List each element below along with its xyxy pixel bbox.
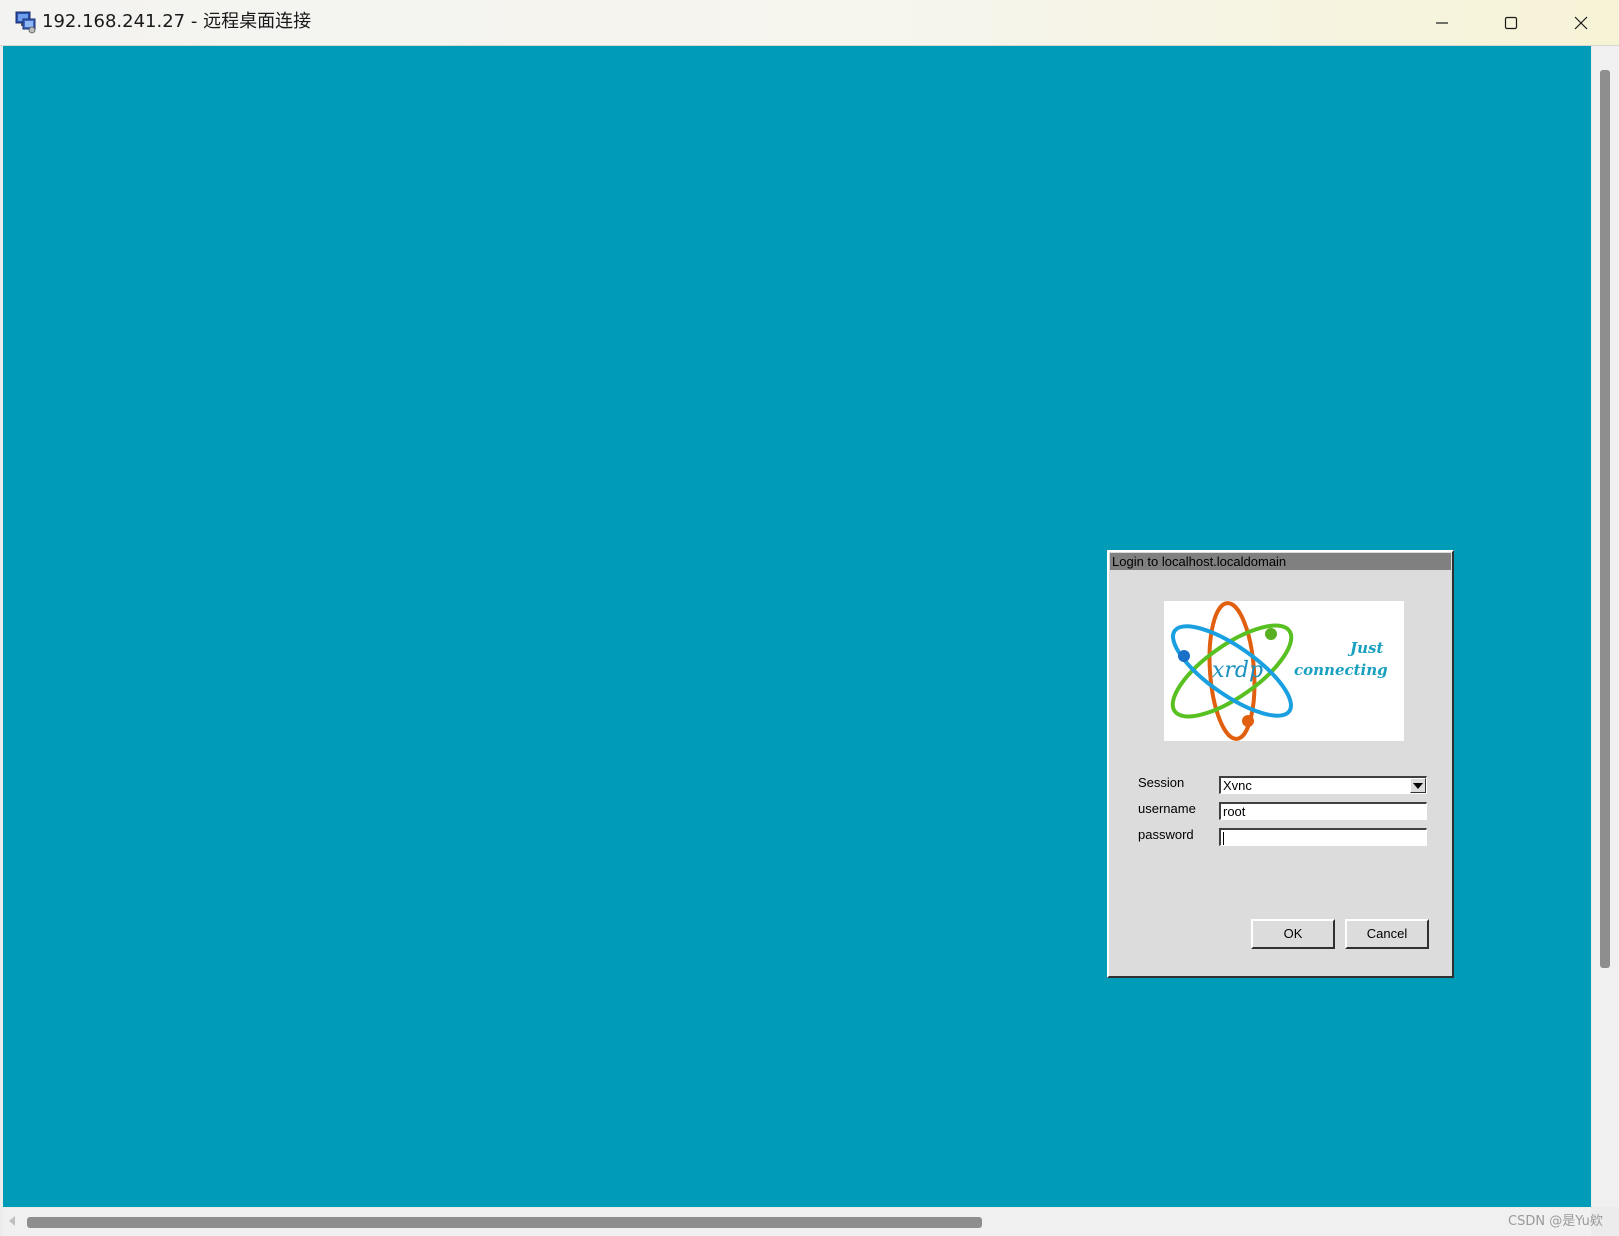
maximize-icon bbox=[1504, 16, 1518, 29]
password-label: password bbox=[1138, 827, 1194, 842]
remote-desktop-window: 192.168.241.27 - 远程桌面连接 Login to localho… bbox=[0, 0, 1619, 1236]
watermark: CSDN @是Yu欸 bbox=[1508, 1214, 1603, 1229]
vertical-scrollbar[interactable] bbox=[1592, 46, 1619, 1207]
window-titlebar[interactable]: 192.168.241.27 - 远程桌面连接 bbox=[0, 0, 1619, 46]
cancel-button[interactable]: Cancel bbox=[1345, 919, 1429, 949]
xrdp-logo-tagline-1: Just bbox=[1347, 639, 1383, 657]
minimize-icon bbox=[1436, 21, 1448, 24]
text-caret bbox=[1223, 832, 1224, 845]
maximize-button[interactable] bbox=[1477, 0, 1545, 45]
login-dialog-title[interactable]: Login to localhost.localdomain bbox=[1110, 553, 1451, 570]
username-value: root bbox=[1223, 804, 1246, 819]
remote-desktop-area[interactable]: Login to localhost.localdomain xrdp Just bbox=[3, 46, 1591, 1207]
ok-button[interactable]: OK bbox=[1251, 919, 1335, 949]
xrdp-logo-brand: xrdp bbox=[1212, 658, 1263, 683]
remote-desktop-icon bbox=[14, 10, 38, 34]
session-select[interactable]: Xvnc bbox=[1219, 776, 1427, 794]
close-icon bbox=[1574, 16, 1588, 29]
login-dialog: Login to localhost.localdomain xrdp Just bbox=[1107, 550, 1454, 978]
password-field[interactable] bbox=[1219, 828, 1427, 846]
username-label: username bbox=[1138, 801, 1196, 816]
xrdp-logo-tagline-2: connecting bbox=[1294, 661, 1388, 679]
username-field[interactable]: root bbox=[1219, 802, 1427, 820]
horizontal-scroll-thumb[interactable] bbox=[27, 1217, 982, 1228]
scroll-left-icon[interactable] bbox=[9, 1216, 15, 1226]
session-selected-value: Xvnc bbox=[1223, 778, 1252, 793]
window-title: 192.168.241.27 - 远程桌面连接 bbox=[42, 11, 312, 32]
session-dropdown-button[interactable] bbox=[1410, 778, 1426, 793]
minimize-button[interactable] bbox=[1408, 0, 1476, 45]
horizontal-scrollbar[interactable] bbox=[3, 1208, 1591, 1236]
xrdp-logo: xrdp Just connecting bbox=[1164, 601, 1404, 741]
session-label: Session bbox=[1138, 775, 1185, 790]
chevron-down-icon bbox=[1413, 782, 1423, 789]
vertical-scroll-thumb[interactable] bbox=[1600, 70, 1610, 968]
close-button[interactable] bbox=[1547, 0, 1615, 45]
